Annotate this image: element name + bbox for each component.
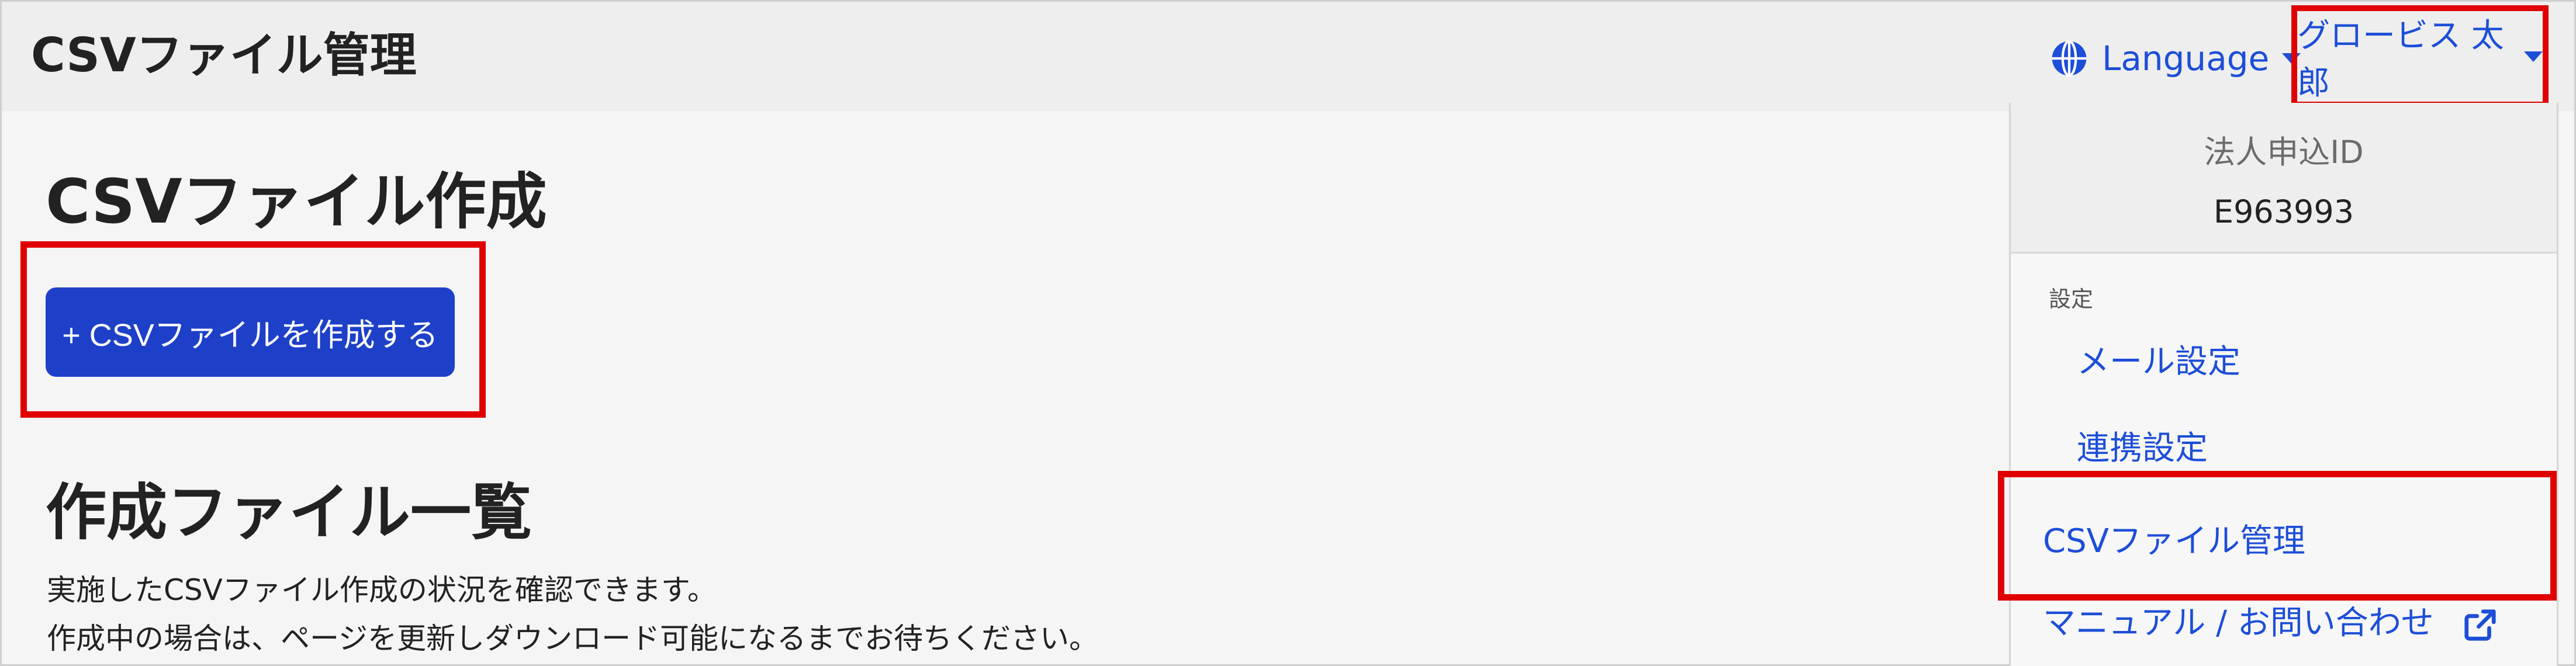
- settings-section-label: 設定: [2049, 286, 2094, 312]
- corp-id-label: 法人申込ID: [2204, 134, 2364, 171]
- create-csv-button[interactable]: + CSVファイルを作成する: [46, 287, 455, 377]
- user-name: グロービス 太郎: [2297, 16, 2504, 102]
- menu-item-integration-settings[interactable]: 連携設定: [2077, 422, 2208, 469]
- create-heading: CSVファイル作成: [46, 166, 547, 237]
- app-title: CSVファイル管理: [31, 28, 417, 82]
- description-line-1: 実施したCSVファイル作成の状況を確認できます。: [47, 573, 717, 607]
- globe-icon: [2052, 40, 2087, 77]
- description-line-2: 作成中の場合は、ページを更新しダウンロード可能になるまでお待ちください。: [47, 622, 1098, 655]
- menu-item-manual-contact[interactable]: マニュアル / お問い合わせ: [2043, 596, 2498, 644]
- chevron-down-icon: [2524, 51, 2543, 62]
- corp-id-value: E963993: [2213, 193, 2354, 230]
- language-dropdown[interactable]: Language: [2051, 32, 2301, 85]
- menu-item-manual-label: マニュアル / お問い合わせ: [2043, 604, 2434, 642]
- user-menu-toggle[interactable]: グロービス 太郎: [2291, 5, 2549, 107]
- menu-item-mail-settings[interactable]: メール設定: [2077, 335, 2240, 383]
- list-heading: 作成ファイル一覧: [46, 477, 533, 548]
- corp-id-panel: 法人申込ID E963993: [2011, 103, 2557, 254]
- language-label: Language: [2102, 39, 2270, 78]
- highlight-box: [1998, 471, 2557, 601]
- external-link-icon: [2464, 609, 2496, 641]
- top-navbar: CSVファイル管理 Language グロービス 太郎: [2, 2, 2574, 111]
